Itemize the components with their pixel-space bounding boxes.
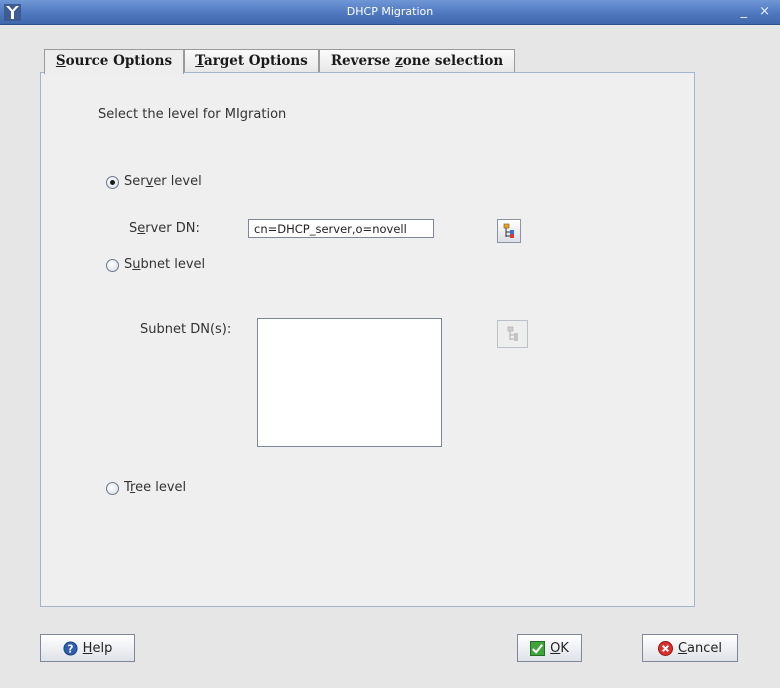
- svg-text:?: ?: [67, 643, 73, 655]
- ok-button-label: OK: [550, 640, 569, 656]
- help-button[interactable]: ? Help: [40, 634, 135, 662]
- tree-browse-icon-disabled: [507, 326, 518, 341]
- tab-reverse-zone-prefix: Reverse: [330, 53, 396, 69]
- tab-source-options-label: ource Options: [65, 53, 173, 69]
- ok-button[interactable]: OK: [517, 634, 582, 662]
- tree-level-label[interactable]: Tree level: [124, 480, 186, 495]
- tab-reverse-zone-mnemonic: z: [395, 53, 403, 69]
- tab-target-options-label: arget Options: [203, 53, 308, 69]
- server-dn-browse-button[interactable]: [497, 219, 521, 243]
- help-circle-icon: ?: [63, 640, 78, 656]
- tab-source-options-mnemonic: S: [55, 53, 66, 69]
- server-level-radio[interactable]: [106, 176, 119, 189]
- tree-browse-icon: [503, 223, 514, 238]
- red-x-icon: [657, 640, 673, 656]
- cancel-button[interactable]: Cancel: [642, 634, 738, 662]
- cancel-button-label: Cancel: [677, 640, 723, 656]
- subnet-dn-browse-button[interactable]: [497, 320, 528, 348]
- window-title: DHCP Migration: [346, 5, 434, 18]
- subnet-level-label[interactable]: Subnet level: [124, 257, 205, 272]
- help-button-label: Help: [82, 640, 113, 656]
- server-dn-label: Server DN:: [129, 221, 200, 236]
- server-level-label[interactable]: Server level: [124, 174, 202, 189]
- window-controls[interactable]: _ ×: [740, 4, 774, 19]
- subnet-dn-label: Subnet DN(s):: [140, 322, 232, 337]
- tab-reverse-zone-selection[interactable]: Reverse zone selection: [319, 49, 515, 73]
- tab-source-options[interactable]: Source Options: [44, 49, 184, 74]
- source-options-panel: Select the level for MIgration Server le…: [40, 72, 695, 607]
- window-titlebar: DHCP Migration _ ×: [0, 0, 780, 25]
- tree-level-radio[interactable]: [106, 482, 119, 495]
- green-check-icon: [530, 640, 546, 656]
- subnet-dn-list[interactable]: [257, 318, 442, 447]
- migration-level-instruction: Select the level for MIgration: [98, 107, 287, 122]
- tab-target-options-mnemonic: T: [195, 53, 204, 69]
- radio-selected-dot: [110, 180, 115, 185]
- tab-reverse-zone-label: one selection: [402, 53, 504, 69]
- tab-target-options[interactable]: Target Options: [184, 49, 319, 73]
- subnet-level-radio[interactable]: [106, 259, 119, 272]
- server-dn-input[interactable]: cn=DHCP_server,o=novell: [248, 219, 434, 238]
